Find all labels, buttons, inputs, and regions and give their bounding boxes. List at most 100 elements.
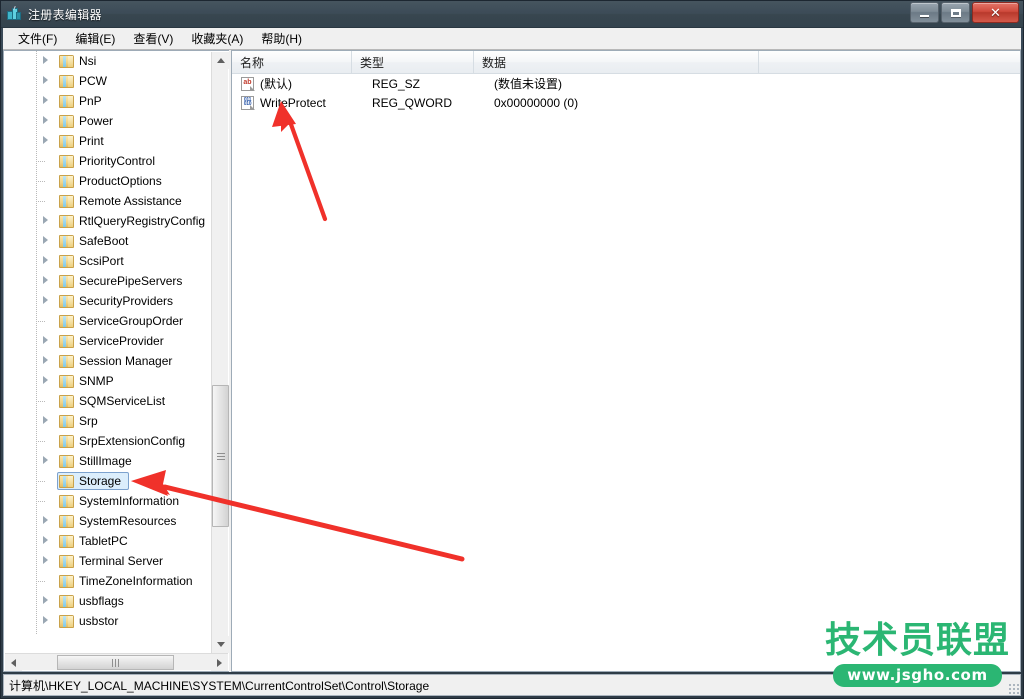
tree-item-van[interactable]: VAN [4, 631, 211, 635]
tree-item-session-manager[interactable]: Session Manager [4, 351, 211, 371]
resize-grip[interactable] [1008, 683, 1020, 695]
tree-item-label: TabletPC [79, 534, 128, 548]
expand-triangle-icon[interactable] [43, 376, 48, 384]
menu-favorites[interactable]: 收藏夹(A) [182, 28, 252, 50]
close-button[interactable]: ✕ [972, 2, 1019, 23]
tree-scroll-thumb[interactable] [212, 385, 229, 527]
tree-item-power[interactable]: Power [4, 111, 211, 131]
tree-guide-tee [36, 201, 45, 202]
tree-item-print[interactable]: Print [4, 131, 211, 151]
tree-scroll-left-button[interactable] [5, 654, 22, 671]
tree-vertical-scrollbar[interactable] [211, 52, 229, 653]
menu-help[interactable]: 帮助(H) [252, 28, 311, 50]
expand-triangle-icon[interactable] [43, 76, 48, 84]
column-header-data[interactable]: 数据 [474, 51, 759, 73]
tree-item-usbflags[interactable]: usbflags [4, 591, 211, 611]
column-header-filler [759, 51, 1020, 73]
tree-item-terminal-server[interactable]: Terminal Server [4, 551, 211, 571]
tree-guide-line [36, 71, 37, 91]
tree-guide-line [36, 331, 37, 351]
tree-scroll-down-button[interactable] [212, 636, 229, 653]
registry-tree[interactable]: Nsi PCW PnP Power Print PriorityControl Produc… [4, 51, 211, 635]
tree-item-sqmservicelist[interactable]: SQMServiceList [4, 391, 211, 411]
minimize-button[interactable] [910, 2, 939, 23]
registry-values-pane[interactable]: 名称 类型 数据 ab (默认) REG_SZ (数值未设置) 011 010 WriteP… [231, 50, 1021, 672]
expand-triangle-icon[interactable] [43, 536, 48, 544]
tree-item-securepipeservers[interactable]: SecurePipeServers [4, 271, 211, 291]
folder-icon [59, 574, 74, 588]
column-header-name[interactable]: 名称 [232, 51, 352, 73]
tree-item-stillimage[interactable]: StillImage [4, 451, 211, 471]
tree-item-tabletpc[interactable]: TabletPC [4, 531, 211, 551]
expand-triangle-icon[interactable] [43, 596, 48, 604]
tree-item-systeminformation[interactable]: SystemInformation [4, 491, 211, 511]
tree-item-label: PnP [79, 94, 102, 108]
folder-icon [59, 294, 74, 308]
tree-item-pnp[interactable]: PnP [4, 91, 211, 111]
maximize-button[interactable] [941, 2, 970, 23]
tree-item-remote-assistance[interactable]: Remote Assistance [4, 191, 211, 211]
tree-item-snmp[interactable]: SNMP [4, 371, 211, 391]
tree-item-label: SystemInformation [79, 494, 180, 508]
tree-item-label: VAN [79, 634, 103, 635]
expand-triangle-icon[interactable] [43, 236, 48, 244]
expand-triangle-icon[interactable] [43, 556, 48, 564]
column-header-type[interactable]: 类型 [352, 51, 474, 73]
expand-triangle-icon[interactable] [43, 456, 48, 464]
chevron-left-icon [11, 658, 16, 667]
expand-triangle-icon[interactable] [43, 356, 48, 364]
expand-triangle-icon[interactable] [43, 56, 48, 64]
tree-item-storage[interactable]: Storage [4, 471, 211, 491]
folder-icon [59, 434, 74, 448]
folder-icon [59, 254, 74, 268]
folder-icon [59, 554, 74, 568]
tree-item-safeboot[interactable]: SafeBoot [4, 231, 211, 251]
title-bar[interactable]: 注册表编辑器 ✕ [1, 1, 1023, 28]
registry-tree-pane[interactable]: Nsi PCW PnP Power Print PriorityControl Produc… [3, 50, 229, 672]
tree-item-serviceprovider[interactable]: ServiceProvider [4, 331, 211, 351]
tree-item-rtlqueryregistryconfig[interactable]: RtlQueryRegistryConfig [4, 211, 211, 231]
tree-scroll-up-button[interactable] [212, 52, 229, 69]
expand-triangle-icon[interactable] [43, 516, 48, 524]
expand-triangle-icon[interactable] [43, 616, 48, 624]
tree-item-label: RtlQueryRegistryConfig [79, 214, 206, 228]
expand-triangle-icon[interactable] [43, 296, 48, 304]
table-row[interactable]: 011 010 WriteProtect REG_QWORD 0x00000000 (0… [232, 93, 1020, 112]
expand-triangle-icon[interactable] [43, 336, 48, 344]
folder-icon [59, 274, 74, 288]
tree-item-timezoneinformation[interactable]: TimeZoneInformation [4, 571, 211, 591]
expand-triangle-icon[interactable] [43, 136, 48, 144]
tree-item-label: PriorityControl [79, 154, 156, 168]
expand-triangle-icon[interactable] [43, 276, 48, 284]
menu-view[interactable]: 查看(V) [124, 28, 182, 50]
expand-triangle-icon[interactable] [43, 116, 48, 124]
expand-triangle-icon[interactable] [43, 416, 48, 424]
expand-triangle-icon[interactable] [43, 256, 48, 264]
tree-item-servicegrouporder[interactable]: ServiceGroupOrder [4, 311, 211, 331]
tree-item-label: Srp [79, 414, 98, 428]
tree-item-srpextensionconfig[interactable]: SrpExtensionConfig [4, 431, 211, 451]
tree-item-securityproviders[interactable]: SecurityProviders [4, 291, 211, 311]
tree-item-prioritycontrol[interactable]: PriorityControl [4, 151, 211, 171]
tree-guide-line [36, 111, 37, 131]
tree-item-label: usbflags [79, 594, 124, 608]
tree-item-systemresources[interactable]: SystemResources [4, 511, 211, 531]
tree-item-pcw[interactable]: PCW [4, 71, 211, 91]
table-row[interactable]: ab (默认) REG_SZ (数值未设置) [232, 74, 1020, 93]
expand-triangle-icon[interactable] [43, 216, 48, 224]
folder-icon [59, 74, 74, 88]
menu-file[interactable]: 文件(F) [9, 28, 66, 50]
tree-item-label: Terminal Server [79, 554, 164, 568]
tree-item-usbstor[interactable]: usbstor [4, 611, 211, 631]
tree-item-label: SecurePipeServers [79, 274, 183, 288]
tree-scroll-right-button[interactable] [211, 654, 228, 671]
tree-hscroll-thumb[interactable] [57, 655, 174, 670]
tree-item-srp[interactable]: Srp [4, 411, 211, 431]
tree-item-productoptions[interactable]: ProductOptions [4, 171, 211, 191]
tree-item-scsiport[interactable]: ScsiPort [4, 251, 211, 271]
tree-item-label: SNMP [79, 374, 114, 388]
menu-edit[interactable]: 编辑(E) [66, 28, 124, 50]
tree-item-nsi[interactable]: Nsi [4, 51, 211, 71]
tree-horizontal-scrollbar[interactable] [5, 653, 228, 671]
expand-triangle-icon[interactable] [43, 96, 48, 104]
